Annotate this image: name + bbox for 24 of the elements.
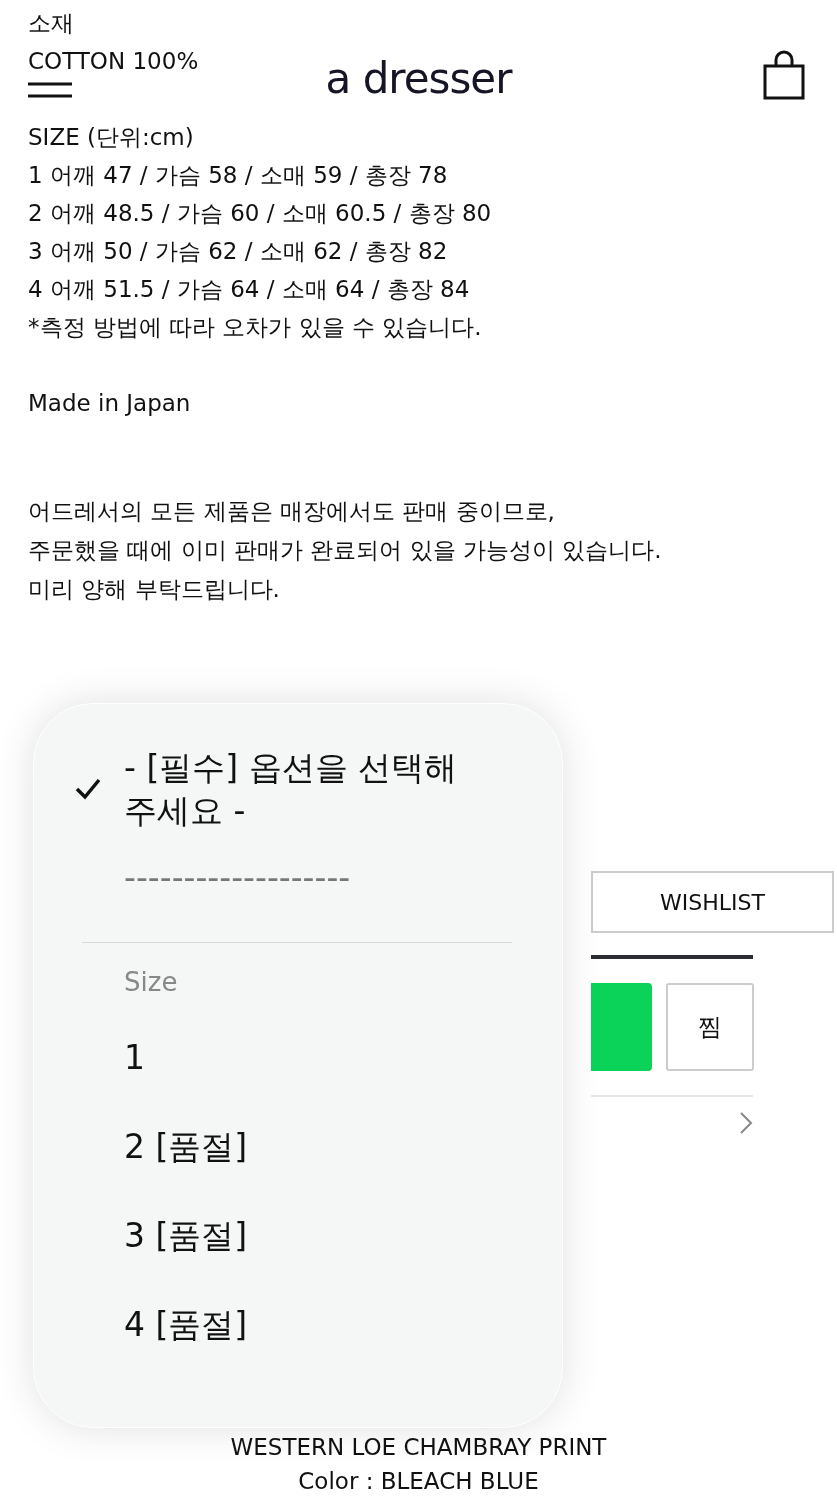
size-title: SIZE (단위:cm) (28, 123, 194, 152)
product-name: WESTERN LOE CHAMBRAY PRINT (230, 1433, 607, 1462)
size-row-text: 1 어깨 47 / 가슴 58 / 소매 59 / 총장 78 (28, 161, 448, 190)
option-group-label: Size (123, 966, 179, 999)
menu-icon[interactable] (28, 82, 72, 98)
material-label: 소재 (28, 9, 74, 38)
notice-text: 어드레서의 모든 제품은 매장에서도 판매 중이므로, 주문했을 때에 이미 판매가 완료되어 있을 가능성이 있습니다. 미리 양해 부탁드립니다. (28, 497, 662, 604)
dropdown-option[interactable]: - [필수] 옵션을 선택해 주세요 - (124, 745, 464, 832)
size-row-text: 3 어깨 50 / 가슴 62 / 소매 62 / 총장 82 (28, 237, 448, 266)
dropdown-option[interactable]: 4 [품절] (124, 1303, 464, 1346)
origin-text: Made in Japan (28, 389, 191, 418)
like-button[interactable]: 찜 (666, 983, 754, 1071)
dropdown-option[interactable]: 1 (124, 1036, 464, 1079)
chevron-right-icon[interactable] (739, 1111, 753, 1135)
shopping-bag-icon[interactable] (762, 50, 806, 100)
dropdown-option[interactable]: 3 [품절] (124, 1214, 464, 1257)
material-value: COTTON 100% (28, 47, 199, 76)
product-color: Color : BLEACH BLUE (298, 1467, 539, 1496)
size-row-text: 4 어깨 51.5 / 가슴 64 / 소매 64 / 총장 84 (28, 275, 470, 304)
size-note: *측정 방법에 따라 오차가 있을 수 있습니다. (28, 313, 482, 342)
wishlist-button[interactable]: WISHLIST (591, 871, 834, 933)
dropdown-option[interactable]: 2 [품절] (124, 1125, 464, 1168)
size-row-text: 2 어깨 48.5 / 가슴 60 / 소매 60.5 / 총장 80 (28, 199, 492, 228)
site-logo[interactable]: a dresser (325, 54, 512, 103)
